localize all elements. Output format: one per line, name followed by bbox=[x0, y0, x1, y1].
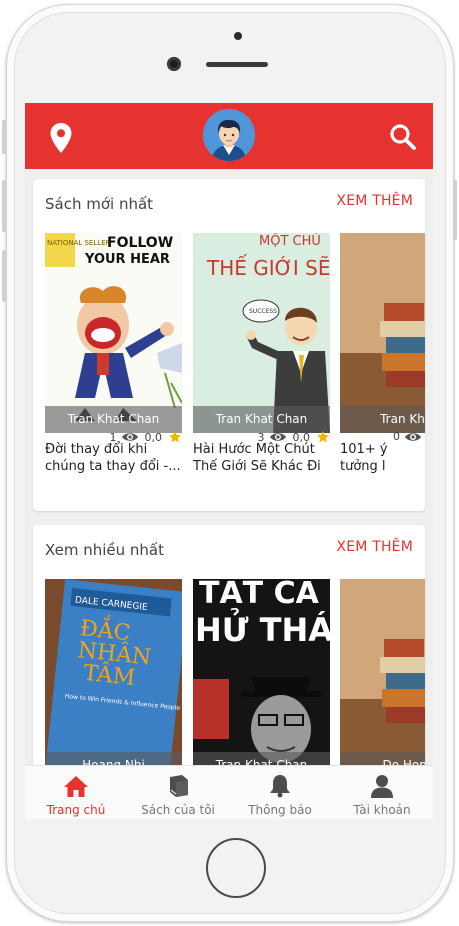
volume-up-button bbox=[2, 180, 6, 232]
book-card[interactable]: TẤT CẢ HỬ THÁ Tran Khat Chan bbox=[193, 579, 330, 775]
book-cover[interactable]: NATIONAL SELLER FOLLOW YOUR HEAR Tran Kh… bbox=[45, 233, 182, 433]
newest-books-section: Sách mới nhất XEM THÊM NATIONAL SELLER F… bbox=[33, 179, 425, 511]
bottom-tab-bar: Trang chủ Sách của tôi Thông báo Tài kho… bbox=[25, 765, 433, 819]
map-pin-icon[interactable] bbox=[48, 122, 74, 154]
tab-label: Sách của tôi bbox=[141, 803, 215, 817]
book-title[interactable]: 101+ ý tưởng l thường bbox=[340, 441, 425, 475]
section-title: Xem nhiều nhất bbox=[45, 541, 164, 559]
cover-text: SUCCESS bbox=[249, 308, 277, 315]
view-count: 3 bbox=[257, 430, 265, 444]
mute-switch bbox=[2, 120, 6, 154]
star-icon bbox=[317, 431, 329, 443]
eye-icon bbox=[405, 432, 421, 441]
cover-text: YOUR HEAR bbox=[84, 252, 170, 267]
cover-text: TẤT CẢ bbox=[199, 579, 320, 611]
rating-value: 0,0 bbox=[144, 430, 163, 444]
cover-text: FOLLOW bbox=[107, 235, 173, 251]
book-cover[interactable]: Tran Khat bbox=[340, 233, 425, 433]
book-card[interactable]: DALE CARNEGIE ĐẮC NHÂN TÂM How to Win Fr… bbox=[45, 579, 182, 775]
most-viewed-section: Xem nhiều nhất XEM THÊM DALE CARNEGIE ĐẮ… bbox=[33, 525, 425, 775]
book-stats: 1 0,0 bbox=[45, 430, 182, 444]
book-stats: 0 bbox=[393, 430, 428, 443]
book-title[interactable]: Hài Hước Một Chút Thế Giới Sẽ Khác Đi bbox=[193, 441, 330, 475]
tab-label: Tài khoản bbox=[353, 803, 411, 817]
app-screen: Sách mới nhất XEM THÊM NATIONAL SELLER F… bbox=[25, 103, 433, 819]
user-icon bbox=[371, 775, 393, 798]
star-icon bbox=[169, 431, 181, 443]
tab-label: Trang chủ bbox=[46, 803, 106, 817]
book-author: Tran Khat bbox=[340, 406, 425, 433]
earpiece-speaker bbox=[206, 62, 268, 67]
proximity-sensor bbox=[234, 32, 242, 40]
cover-text: THẾ GIỚI SẼ K bbox=[206, 255, 330, 280]
see-more-link[interactable]: XEM THÊM bbox=[336, 539, 413, 555]
cover-text: HỬ THÁ bbox=[195, 607, 330, 649]
book-title[interactable]: Đời thay đổi khi chúng ta thay đổi -... bbox=[45, 441, 182, 475]
section-title: Sách mới nhất bbox=[45, 195, 154, 213]
book-card[interactable]: Do Hong bbox=[340, 579, 425, 775]
eye-icon bbox=[269, 433, 286, 441]
tab-home[interactable]: Trang chủ bbox=[25, 766, 127, 819]
tab-my-books[interactable]: Sách của tôi bbox=[127, 766, 229, 819]
book-cover[interactable]: TẤT CẢ HỬ THÁ Tran Khat Chan bbox=[193, 579, 330, 775]
user-avatar[interactable] bbox=[203, 109, 255, 161]
book-cover[interactable]: Do Hong bbox=[340, 579, 425, 775]
book-stats: 3 0,0 bbox=[193, 430, 330, 444]
home-button[interactable] bbox=[206, 838, 266, 898]
see-more-link[interactable]: XEM THÊM bbox=[336, 193, 413, 209]
book-cover[interactable]: DALE CARNEGIE ĐẮC NHÂN TÂM How to Win Fr… bbox=[45, 579, 182, 775]
tab-notifications[interactable]: Thông báo bbox=[229, 766, 331, 819]
search-icon[interactable] bbox=[389, 123, 417, 151]
eye-icon bbox=[121, 433, 138, 441]
home-icon bbox=[64, 776, 88, 797]
bell-icon bbox=[270, 775, 290, 798]
view-count: 0 bbox=[393, 430, 400, 443]
rating-value: 0,0 bbox=[292, 430, 311, 444]
cover-text: MỘT CHÚ bbox=[259, 233, 321, 249]
tab-account[interactable]: Tài khoản bbox=[331, 766, 433, 819]
book-author: Tran Khat Chan bbox=[45, 406, 182, 433]
tab-label: Thông báo bbox=[248, 803, 312, 817]
power-button bbox=[453, 180, 457, 240]
book-author: Tran Khat Chan bbox=[193, 406, 330, 433]
cover-text: NATIONAL SELLER bbox=[47, 239, 111, 247]
front-camera bbox=[167, 57, 181, 71]
view-count: 1 bbox=[109, 430, 117, 444]
book-cover[interactable]: MỘT CHÚ THẾ GIỚI SẼ K SUCCESS Tran Khat … bbox=[193, 233, 330, 433]
app-header bbox=[25, 103, 433, 169]
book-icon bbox=[170, 775, 188, 797]
volume-down-button bbox=[2, 250, 6, 302]
